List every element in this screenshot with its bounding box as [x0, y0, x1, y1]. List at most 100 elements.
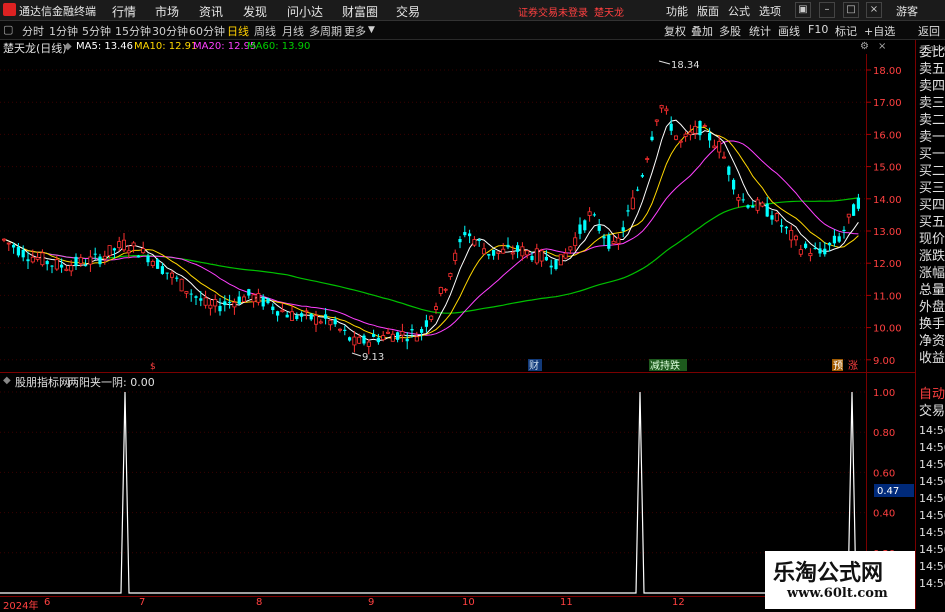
candle[interactable]: [213, 294, 218, 313]
event-marker-reduce[interactable]: 减持跌: [650, 359, 680, 372]
candle[interactable]: [88, 250, 93, 272]
candle[interactable]: [607, 232, 611, 252]
candle[interactable]: [516, 242, 520, 259]
candle[interactable]: [496, 251, 501, 260]
candle[interactable]: [693, 120, 698, 140]
candle[interactable]: [271, 303, 275, 315]
candle[interactable]: [26, 251, 30, 269]
candle[interactable]: [45, 259, 49, 271]
candle[interactable]: [741, 193, 745, 203]
candle[interactable]: [770, 210, 774, 225]
candle[interactable]: [678, 139, 683, 148]
candle[interactable]: [218, 298, 222, 316]
candle[interactable]: [276, 310, 280, 322]
candle[interactable]: [818, 241, 822, 257]
candle[interactable]: [438, 286, 443, 297]
candle[interactable]: [789, 225, 794, 248]
candle[interactable]: [194, 295, 198, 306]
candle[interactable]: [179, 278, 184, 292]
candle[interactable]: [472, 236, 477, 247]
candle[interactable]: [400, 323, 405, 343]
candle[interactable]: [808, 248, 813, 262]
candle[interactable]: [774, 212, 779, 223]
candle[interactable]: [343, 325, 347, 336]
indicator-settings-icon[interactable]: ◆: [3, 375, 11, 386]
candle[interactable]: [396, 331, 400, 343]
candle[interactable]: [698, 120, 702, 141]
candle[interactable]: [856, 193, 860, 212]
candle[interactable]: [309, 313, 313, 322]
candle[interactable]: [352, 330, 357, 353]
candle[interactable]: [558, 254, 563, 266]
candle[interactable]: [390, 330, 395, 342]
candle[interactable]: [208, 298, 213, 316]
candle[interactable]: [165, 272, 169, 280]
candle[interactable]: [832, 229, 836, 247]
candle[interactable]: [626, 204, 630, 217]
candle[interactable]: [285, 311, 289, 318]
candle[interactable]: [501, 243, 506, 254]
candle[interactable]: [846, 213, 851, 224]
candle[interactable]: [794, 234, 799, 246]
candle[interactable]: [324, 308, 328, 325]
panel-trade[interactable]: 交易: [919, 403, 945, 420]
candle[interactable]: [760, 201, 765, 208]
candle[interactable]: [563, 248, 568, 260]
candle[interactable]: [722, 151, 727, 159]
candle[interactable]: [328, 319, 333, 331]
candle[interactable]: [534, 243, 539, 265]
candle[interactable]: [669, 116, 673, 136]
candle[interactable]: [621, 220, 625, 238]
candle[interactable]: [414, 331, 419, 342]
candle[interactable]: [203, 290, 208, 309]
candle[interactable]: [765, 196, 769, 218]
tool-back[interactable]: 返回: [918, 23, 940, 39]
candle[interactable]: [746, 204, 750, 210]
candle[interactable]: [241, 294, 246, 303]
candle[interactable]: [554, 259, 558, 271]
candle[interactable]: [736, 193, 741, 208]
candle[interactable]: [453, 249, 458, 265]
candle[interactable]: [117, 236, 122, 252]
event-marker-finance[interactable]: 财: [529, 359, 539, 372]
candle[interactable]: [592, 212, 596, 217]
candle[interactable]: [318, 319, 323, 325]
candle[interactable]: [2, 238, 7, 243]
candle[interactable]: [337, 328, 342, 333]
candle[interactable]: [405, 332, 409, 350]
indicator-name[interactable]: 股朋指标网: [15, 374, 70, 390]
candle[interactable]: [420, 326, 424, 341]
candle[interactable]: [64, 265, 69, 272]
candle[interactable]: [492, 249, 496, 260]
event-marker-forecast[interactable]: 预: [833, 360, 843, 372]
candle[interactable]: [650, 131, 654, 142]
candle[interactable]: [228, 294, 232, 309]
candle[interactable]: [98, 253, 102, 268]
candle[interactable]: [256, 288, 261, 306]
candle[interactable]: [587, 207, 592, 222]
candle[interactable]: [184, 291, 189, 299]
candle[interactable]: [688, 124, 693, 141]
panel-auto[interactable]: 自动: [919, 386, 945, 403]
candle[interactable]: [578, 217, 582, 240]
candle[interactable]: [487, 253, 491, 260]
candle[interactable]: [798, 244, 803, 257]
candle[interactable]: [525, 250, 530, 259]
candle[interactable]: [429, 315, 434, 323]
candle[interactable]: [636, 186, 640, 192]
candle[interactable]: [702, 123, 707, 127]
candle[interactable]: [448, 272, 453, 280]
candle[interactable]: [362, 333, 366, 346]
candle[interactable]: [659, 104, 664, 113]
candle[interactable]: [539, 248, 544, 267]
candle[interactable]: [852, 203, 856, 216]
candle[interactable]: [295, 312, 299, 321]
kline-chart[interactable]: 18.00 17.00 16.00 15.00 14.00 13.00 12.00 11.00…: [0, 0, 915, 609]
candle[interactable]: [573, 232, 578, 252]
candle[interactable]: [156, 258, 160, 269]
candle[interactable]: [727, 165, 731, 182]
candle[interactable]: [300, 311, 304, 322]
candle[interactable]: [481, 242, 486, 255]
candle[interactable]: [266, 297, 270, 305]
candle[interactable]: [251, 292, 256, 308]
